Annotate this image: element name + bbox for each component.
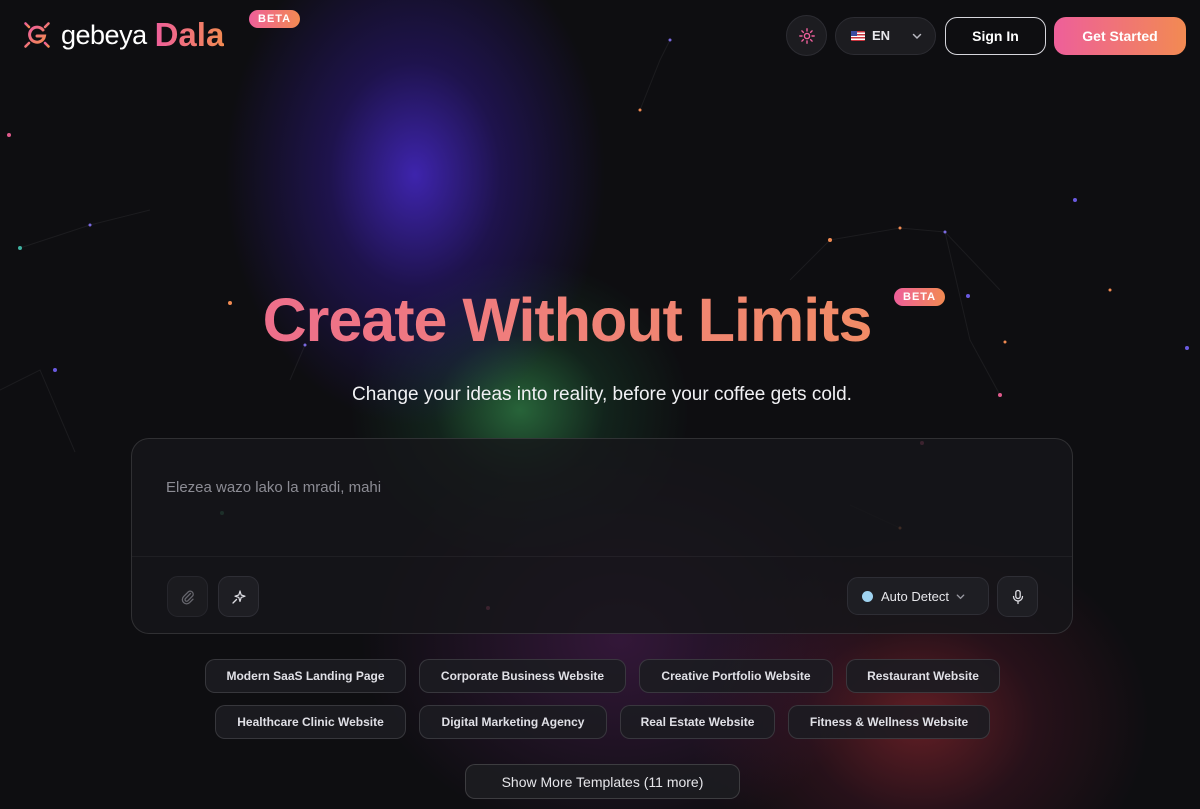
template-chip-saas-landing[interactable]: Modern SaaS Landing Page (205, 659, 406, 693)
sun-icon (798, 27, 815, 44)
microphone-icon (1012, 589, 1023, 604)
hero-subtitle: Change your ideas into reality, before y… (352, 384, 852, 405)
language-code: EN (872, 28, 891, 43)
template-chip-corporate-business[interactable]: Corporate Business Website (419, 659, 626, 693)
template-chip-healthcare-clinic[interactable]: Healthcare Clinic Website (215, 705, 406, 739)
detect-status-dot (862, 590, 873, 602)
template-chip-fitness-wellness[interactable]: Fitness & Wellness Website (788, 705, 990, 739)
get-started-button[interactable]: Get Started (1054, 16, 1186, 55)
hero-title: Create Without Limits (0, 285, 1134, 355)
prompt-composer: Auto Detect (131, 438, 1073, 634)
voice-input-button[interactable] (997, 576, 1038, 617)
project-idea-input[interactable] (166, 479, 1026, 496)
theme-toggle-button[interactable] (786, 15, 827, 56)
hero-beta-badge: BETA (894, 288, 946, 306)
enhance-prompt-button[interactable] (218, 576, 259, 617)
landing-page: gebeya Dala BETA EN Sign In Get Started … (0, 0, 1200, 809)
show-more-templates-button[interactable]: Show More Templates (11 more) (465, 764, 740, 799)
template-chip-digital-marketing[interactable]: Digital Marketing Agency (419, 705, 607, 739)
us-flag-icon (851, 30, 865, 41)
sign-in-button[interactable]: Sign In (945, 16, 1046, 55)
logo-beta-badge: BETA (249, 10, 301, 28)
template-chip-creative-portfolio[interactable]: Creative Portfolio Website (639, 659, 833, 693)
language-detect-selector[interactable]: Auto Detect (847, 577, 989, 615)
chevron-down-icon (912, 33, 922, 39)
composer-divider (132, 556, 1072, 557)
paperclip-icon (181, 590, 194, 604)
template-chip-real-estate[interactable]: Real Estate Website (620, 705, 775, 739)
logo-product-name: Dala (154, 16, 225, 53)
logo-wordmark: gebeya (61, 19, 147, 50)
header-actions: EN Sign In Get Started (786, 15, 1186, 56)
sparkle-icon (231, 589, 246, 604)
language-selector[interactable]: EN (835, 16, 936, 55)
language-detect-label: Auto Detect (881, 588, 949, 604)
chevron-down-icon (956, 593, 965, 599)
brand-logo[interactable]: gebeya Dala (19, 16, 224, 54)
attach-file-button[interactable] (167, 576, 208, 617)
template-chip-restaurant[interactable]: Restaurant Website (846, 659, 1000, 693)
gebeya-logo-icon (19, 17, 55, 53)
